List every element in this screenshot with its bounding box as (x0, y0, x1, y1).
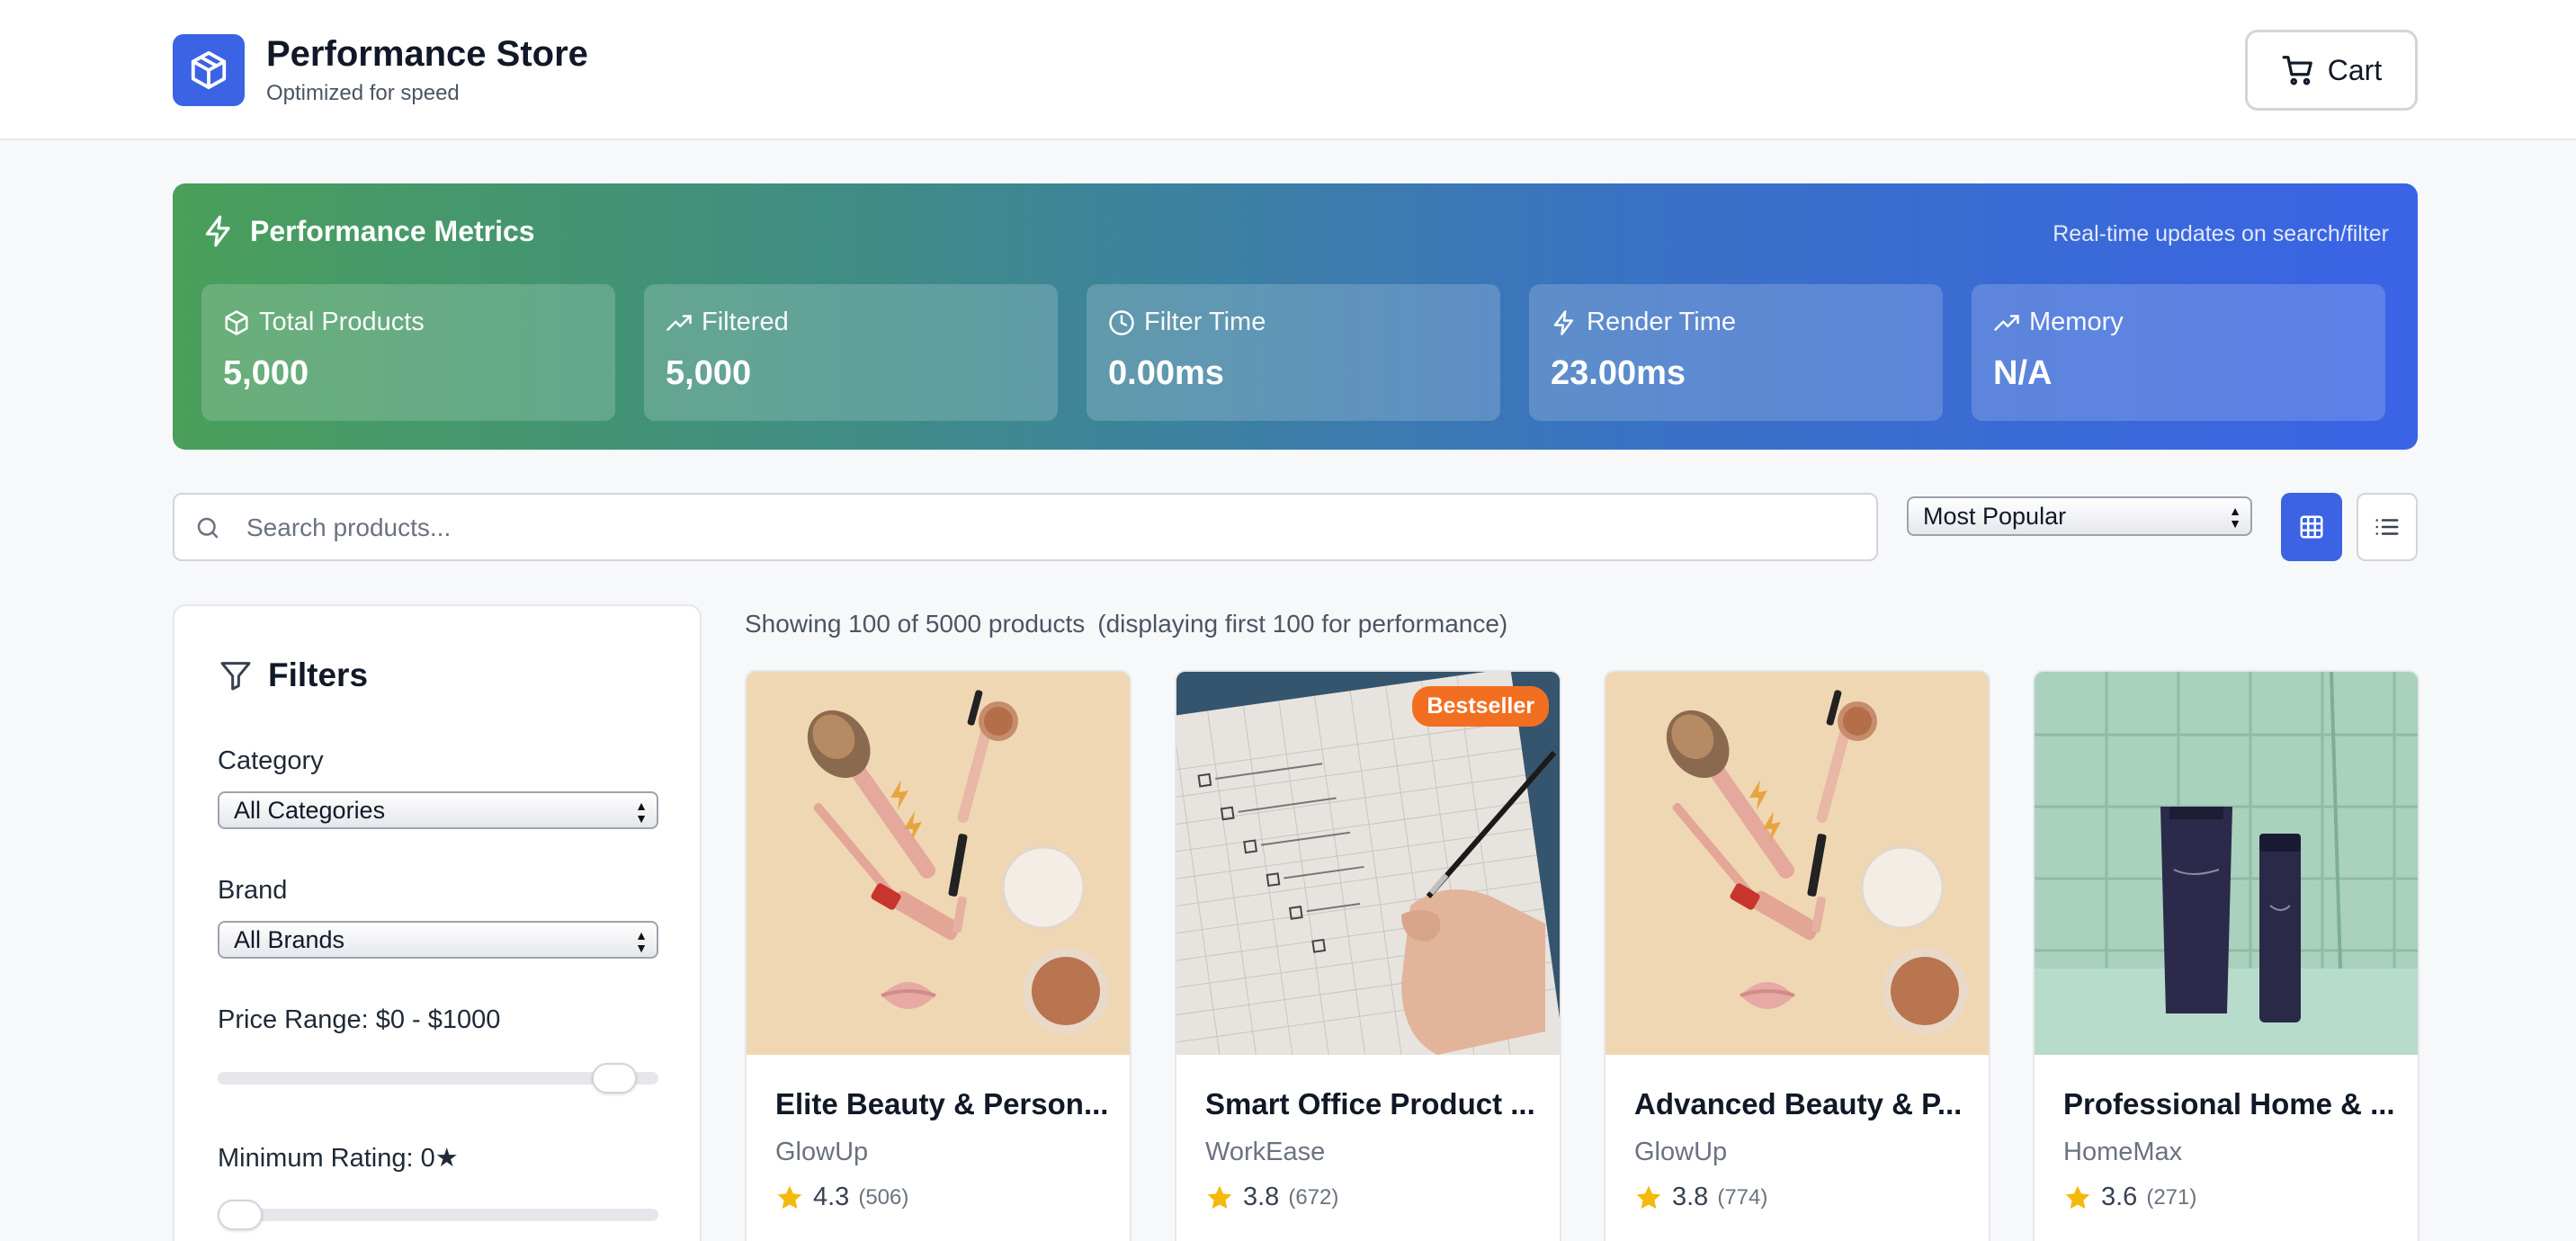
filters-heading: Filters (218, 656, 368, 694)
cart-button[interactable]: Cart (2245, 30, 2418, 111)
brand-selected-value: All Brands (234, 925, 345, 953)
product-image-makeup (747, 672, 1130, 1055)
select-arrows-icon: ▲ ▼ (2229, 504, 2241, 531)
clock-icon (1109, 309, 1134, 335)
product-image-notebook: Bestseller (1176, 672, 1560, 1055)
metric-value: N/A (1993, 354, 2053, 392)
trending-up-icon (666, 314, 692, 331)
list-icon (2375, 519, 2399, 535)
rating-value: 3.6 (2101, 1183, 2138, 1211)
price-range-slider[interactable] (218, 1063, 658, 1094)
rating-value: 3.8 (1672, 1183, 1709, 1211)
product-card[interactable]: Professional Home & ... HomeMax 3.6 (271… (2033, 670, 2419, 1241)
metric-value: 0.00ms (1108, 354, 1224, 392)
bestseller-badge: Bestseller (1412, 686, 1549, 727)
price-range-label: Price Range: $0 - $1000 (218, 1005, 501, 1034)
product-rating: 4.3 (506) (775, 1183, 908, 1212)
rating-slider[interactable] (218, 1200, 658, 1230)
product-card[interactable]: Advanced Beauty & P... GlowUp 3.8 (774) (1604, 670, 1990, 1241)
metrics-heading: Performance Metrics (201, 214, 535, 248)
search-input[interactable] (246, 505, 1847, 550)
product-image-makeup (1606, 672, 1989, 1055)
brand-label: Brand (218, 876, 288, 905)
rating-count: (774) (1717, 1184, 1768, 1210)
product-rating: 3.6 (271) (2063, 1183, 2196, 1212)
star-icon (777, 1185, 802, 1209)
filters-sidebar: Filters Category All Categories ▲ ▼ Brand… (173, 604, 702, 1241)
grid-view-button[interactable] (2281, 493, 2342, 561)
box-icon (191, 50, 227, 90)
logo (173, 34, 245, 106)
performance-metrics-panel: Performance Metrics Real-time updates on… (173, 183, 2418, 450)
grid-icon (2300, 515, 2323, 539)
rating-count: (271) (2146, 1184, 2197, 1210)
metric-render-time: Render Time 23.00ms (1529, 284, 1943, 421)
sort-selected-value: Most Popular (1923, 502, 2067, 530)
select-arrows-icon: ▲ ▼ (635, 928, 648, 955)
price-slider-thumb[interactable] (592, 1063, 637, 1094)
product-title[interactable]: Professional Home & ... (2063, 1087, 2395, 1121)
rating-slider-thumb[interactable] (218, 1200, 263, 1230)
product-rating: 3.8 (672) (1205, 1183, 1338, 1212)
metric-label: Memory (2029, 308, 2124, 336)
metric-label: Filtered (702, 308, 789, 336)
store-title: Performance Store (266, 34, 588, 74)
product-brand: WorkEase (1205, 1138, 1326, 1166)
sort-select[interactable]: Most Popular ▲ ▼ (1907, 496, 2252, 536)
metric-label: Total Products (259, 308, 425, 336)
category-label: Category (218, 746, 324, 775)
product-brand: GlowUp (775, 1138, 869, 1166)
product-rating: 3.8 (774) (1634, 1183, 1767, 1212)
metric-filtered: Filtered 5,000 (644, 284, 1058, 421)
star-icon (1207, 1185, 1232, 1209)
product-image-bottles (2035, 672, 2418, 1055)
metrics-note: Real-time updates on search/filter (2053, 221, 2389, 246)
store-subtitle: Optimized for speed (266, 81, 460, 105)
metric-total-products: Total Products 5,000 (201, 284, 615, 421)
search-icon (197, 517, 219, 539)
category-selected-value: All Categories (234, 796, 386, 824)
zap-icon (205, 215, 230, 247)
rating-count: (506) (858, 1184, 909, 1210)
metrics-title: Performance Metrics (250, 214, 535, 247)
search-bar (173, 493, 1878, 561)
metric-value: 23.00ms (1551, 354, 1686, 392)
minimum-rating-label: Minimum Rating: 0★ (218, 1144, 459, 1173)
results-note: (displaying first 100 for performance) (1097, 610, 1508, 638)
trending-up-icon (1994, 314, 2019, 331)
product-card[interactable]: Bestseller Smart Office Product ... Work… (1175, 670, 1561, 1241)
rating-value: 4.3 (813, 1183, 850, 1211)
metric-label: Filter Time (1144, 308, 1266, 336)
cart-label: Cart (2327, 53, 2383, 86)
metric-value: 5,000 (666, 354, 752, 392)
star-icon (1636, 1185, 1661, 1209)
metric-label: Render Time (1587, 308, 1737, 336)
product-card[interactable]: Elite Beauty & Person... GlowUp 4.3 (506… (745, 670, 1131, 1241)
zap-icon (1553, 309, 1573, 335)
metric-memory: Memory N/A (1972, 284, 2385, 421)
rating-count: (672) (1288, 1184, 1339, 1210)
results-summary: Showing 100 of 5000 products (displaying … (745, 610, 1507, 638)
filter-icon (220, 662, 251, 691)
results-count: Showing 100 of 5000 products (745, 610, 1086, 638)
product-title[interactable]: Smart Office Product ... (1205, 1087, 1535, 1121)
rating-value: 3.8 (1243, 1183, 1280, 1211)
category-select[interactable]: All Categories ▲ ▼ (218, 791, 658, 829)
product-title[interactable]: Advanced Beauty & P... (1634, 1087, 1962, 1121)
box-icon (225, 309, 248, 335)
cart-icon (2282, 56, 2312, 85)
brand-select[interactable]: All Brands ▲ ▼ (218, 921, 658, 959)
star-icon (2065, 1185, 2090, 1209)
top-header: Performance Store Optimized for speed Ca… (0, 0, 2576, 140)
product-brand: GlowUp (1634, 1138, 1728, 1166)
select-arrows-icon: ▲ ▼ (635, 799, 648, 826)
metric-filter-time: Filter Time 0.00ms (1087, 284, 1500, 421)
filters-title: Filters (268, 656, 369, 693)
product-brand: HomeMax (2063, 1138, 2183, 1166)
metric-value: 5,000 (223, 354, 309, 392)
list-view-button[interactable] (2357, 493, 2418, 561)
product-title[interactable]: Elite Beauty & Person... (775, 1087, 1108, 1121)
